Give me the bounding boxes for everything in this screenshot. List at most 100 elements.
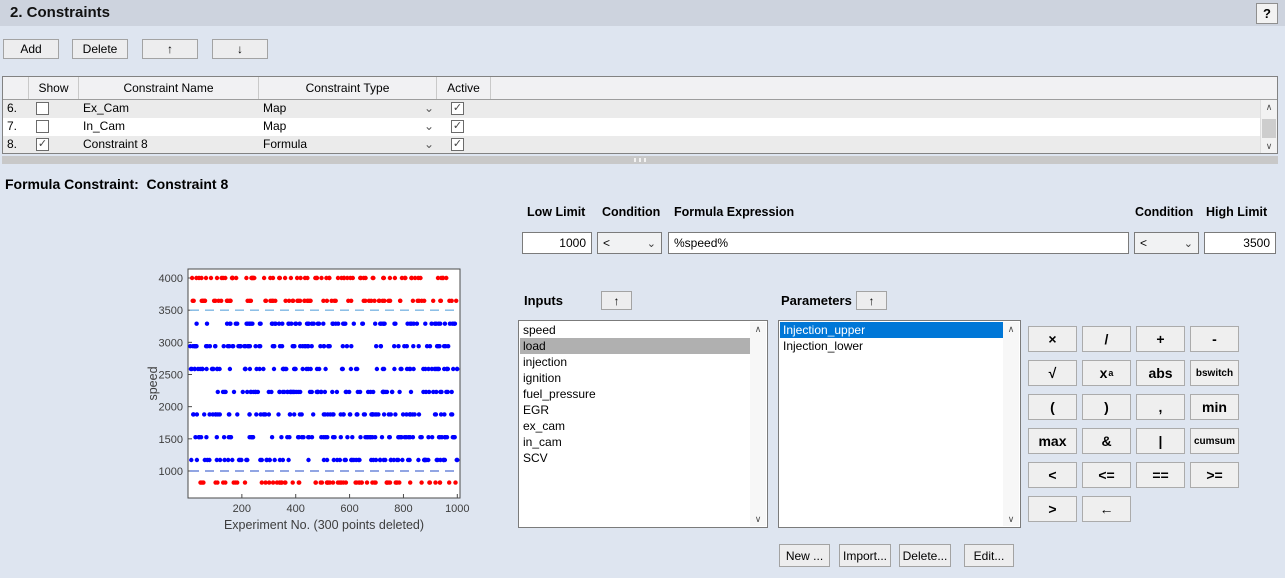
keypad-equal-button[interactable]: == [1136,462,1185,488]
keypad-open-paren-button[interactable]: ( [1028,394,1077,420]
keypad-greater-than-button[interactable]: > [1028,496,1077,522]
import-button[interactable]: Import... [839,544,891,567]
scroll-up-icon[interactable]: ∧ [1261,100,1277,115]
scatter-point [213,344,217,348]
scatter-point [408,480,412,484]
keypad-cumsum-button[interactable]: cumsum [1190,428,1239,454]
scatter-point [389,412,393,416]
constraint-type-select[interactable]: Map [263,101,286,115]
scatter-point [417,299,421,303]
keypad-plus-button[interactable]: + [1136,326,1185,352]
inputs-promote-button[interactable]: ↑ [601,291,632,310]
parameters-scrollbar[interactable]: ∧ ∨ [1003,322,1019,526]
keypad-sqrt-button[interactable]: √ [1028,360,1077,386]
scroll-down-icon[interactable]: ∨ [1261,139,1277,154]
scatter-point [360,322,364,326]
table-row[interactable]: 7.In_CamMap⌄✓ [3,118,1260,136]
formula-expression-input[interactable]: %speed% [668,232,1129,254]
show-checkbox[interactable] [36,102,49,115]
horizontal-scrollbar[interactable] [2,156,1278,164]
scatter-point [247,412,251,416]
scroll-up-icon[interactable]: ∧ [1003,322,1019,336]
move-down-button[interactable]: ↓ [212,39,268,59]
table-vertical-scrollbar[interactable]: ∧ ∨ [1260,100,1277,154]
list-item[interactable]: Injection_lower [780,338,1003,354]
list-item[interactable]: EGR [520,402,750,418]
table-row[interactable]: 6.Ex_CamMap⌄✓ [3,100,1260,118]
scroll-down-icon[interactable]: ∨ [1003,512,1019,526]
keypad-less-equal-button[interactable]: <= [1082,462,1131,488]
list-item[interactable]: fuel_pressure [520,386,750,402]
delete-expression-button[interactable]: Delete... [899,544,951,567]
scatter-point [370,412,374,416]
list-item[interactable]: speed [520,322,750,338]
constraint-type-select[interactable]: Formula [263,137,307,151]
keypad-multiply-button[interactable]: × [1028,326,1077,352]
keypad-greater-equal-button[interactable]: >= [1190,462,1239,488]
high-limit-input[interactable]: 3500 [1204,232,1276,254]
scatter-point [433,480,437,484]
list-item[interactable]: ignition [520,370,750,386]
table-row[interactable]: 8.✓Constraint 8Formula⌄✓ [3,136,1260,154]
keypad-power-button[interactable]: xa [1082,360,1131,386]
scatter-point [286,322,290,326]
show-checkbox[interactable]: ✓ [36,138,49,151]
scroll-down-icon[interactable]: ∨ [750,512,766,526]
scatter-point [388,276,392,280]
keypad-comma-button[interactable]: , [1136,394,1185,420]
scatter-point [227,435,231,439]
edit-button[interactable]: Edit... [964,544,1014,567]
constraint-type-select[interactable]: Map [263,119,286,133]
scatter-point [321,322,325,326]
help-button[interactable]: ? [1256,3,1278,24]
keypad-or-button[interactable]: | [1136,428,1185,454]
constraints-table[interactable]: Show Constraint Name Constraint Type Act… [2,76,1278,154]
keypad-minus-button[interactable]: - [1190,326,1239,352]
scatter-point [254,412,258,416]
low-limit-input[interactable]: 1000 [522,232,592,254]
active-checkbox[interactable]: ✓ [451,138,464,151]
list-item[interactable]: load [520,338,750,354]
scatter-point [265,458,269,462]
keypad-less-than-button[interactable]: < [1028,462,1077,488]
inputs-scrollbar[interactable]: ∧ ∨ [750,322,766,526]
scroll-up-icon[interactable]: ∧ [750,322,766,336]
parameters-listbox[interactable]: Injection_upperInjection_lower ∧ ∨ [778,320,1021,528]
list-item[interactable]: Injection_upper [780,322,1003,338]
keypad-min-button[interactable]: min [1190,394,1239,420]
scatter-point [279,435,283,439]
keypad-and-button[interactable]: & [1082,428,1131,454]
keypad-max-button[interactable]: max [1028,428,1077,454]
keypad-backspace-button[interactable]: ← [1082,496,1131,522]
low-condition-select[interactable]: < ⌄ [597,232,662,254]
scatter-point [330,390,334,394]
keypad-abs-button[interactable]: abs [1136,360,1185,386]
active-checkbox[interactable]: ✓ [451,102,464,115]
add-button[interactable]: Add [3,39,59,59]
scatter-point [445,367,449,371]
list-item[interactable]: ex_cam [520,418,750,434]
keypad-divide-button[interactable]: / [1082,326,1131,352]
move-up-button[interactable]: ↑ [142,39,198,59]
keypad-bswitch-button[interactable]: bswitch [1190,360,1239,386]
scatter-point [316,322,320,326]
scatter-point [227,344,231,348]
delete-button[interactable]: Delete [72,39,128,59]
active-checkbox[interactable]: ✓ [451,120,464,133]
scatter-point [323,412,327,416]
scatter-point [344,390,348,394]
keypad-close-paren-button[interactable]: ) [1082,394,1131,420]
scrollbar-thumb[interactable] [1262,119,1276,138]
list-item[interactable]: in_cam [520,434,750,450]
list-item[interactable]: injection [520,354,750,370]
parameters-promote-button[interactable]: ↑ [856,291,887,310]
scatter-point [310,435,314,439]
show-checkbox[interactable] [36,120,49,133]
high-condition-select[interactable]: < ⌄ [1134,232,1199,254]
list-item[interactable]: SCV [520,450,750,466]
inputs-listbox[interactable]: speedloadinjectionignitionfuel_pressureE… [518,320,768,528]
scatter-point [404,412,408,416]
scatter-point [416,458,420,462]
scatter-point [222,435,226,439]
new-button[interactable]: New ... [779,544,830,567]
